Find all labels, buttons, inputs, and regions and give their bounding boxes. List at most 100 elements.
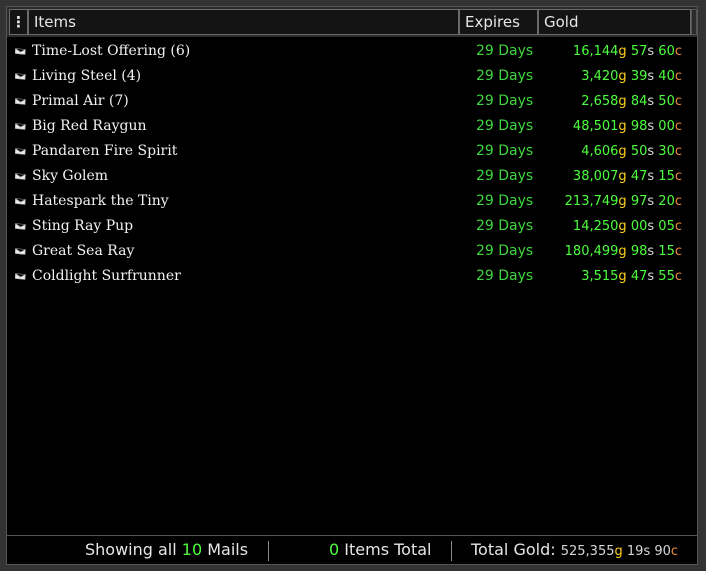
silver-unit: s <box>647 44 655 59</box>
copper-unit: c <box>674 144 682 159</box>
copper-unit: c <box>674 244 682 259</box>
gold-value: 3,420 <box>581 69 619 84</box>
silver-unit: s <box>647 144 655 159</box>
showing-prefix: Showing all <box>85 540 177 559</box>
mail-window: ⋮ Items Expires Gold Time-Lost Offering … <box>0 0 706 571</box>
expires-value: 29 Days <box>476 43 534 59</box>
copper-unit: c <box>674 94 682 109</box>
mail-row[interactable]: Time-Lost Offering (6) 29 Days 16,144g 57s… <box>7 39 697 64</box>
copper-unit: c <box>674 44 682 59</box>
copper-unit: c <box>674 219 682 234</box>
status-footer: Showing all 10 Mails 0 Items Total Total… <box>7 535 697 564</box>
mail-row[interactable]: Great Sea Ray 29 Days 180,499g 98s 15c <box>7 239 697 264</box>
silver-value: 57 <box>630 44 648 59</box>
copper-value: 15 <box>658 244 675 259</box>
item-name: Primal Air (7) <box>32 93 129 109</box>
mail-count: 10 <box>181 540 203 559</box>
mail-row[interactable]: Living Steel (4) 29 Days 3,420g 39s 40c <box>7 64 697 89</box>
silver-value: 98 <box>630 119 648 134</box>
gold-amount: 4,606g 50s 30c <box>581 139 682 164</box>
gold-amount: 213,749g 97s 20c <box>565 189 682 214</box>
items-label: Items Total <box>344 540 432 559</box>
copper-unit: c <box>670 544 679 559</box>
silver-value: 00 <box>630 219 648 234</box>
gold-unit: g <box>618 119 627 134</box>
copper-value: 30 <box>658 144 675 159</box>
gold-unit: g <box>618 269 627 284</box>
column-menu-button[interactable]: ⋮ <box>9 9 28 35</box>
copper-value: 60 <box>658 44 675 59</box>
gold-value: 38,007 <box>572 169 619 184</box>
mail-list: Time-Lost Offering (6) 29 Days 16,144g 57s… <box>7 39 697 289</box>
copper-value: 50 <box>658 94 675 109</box>
silver-unit: s <box>647 119 655 134</box>
gold-value: 4,606 <box>581 144 619 159</box>
total-gold-value: 525,355 <box>560 544 615 559</box>
copper-value: 55 <box>658 269 675 284</box>
gold-unit: g <box>618 194 627 209</box>
footer-divider <box>451 541 452 561</box>
copper-unit: c <box>674 69 682 84</box>
silver-unit: s <box>647 94 655 109</box>
item-name: Sky Golem <box>32 168 109 184</box>
gold-unit: g <box>618 219 627 234</box>
expires-value: 29 Days <box>476 168 534 184</box>
silver-value: 84 <box>630 94 648 109</box>
silver-unit: s <box>647 69 655 84</box>
envelope-icon <box>15 123 26 130</box>
envelope-icon <box>15 173 26 180</box>
envelope-icon <box>15 98 26 105</box>
items-summary: 0 Items Total <box>329 536 432 564</box>
expires-value: 29 Days <box>476 68 534 84</box>
mail-row[interactable]: Big Red Raygun 29 Days 48,501g 98s 00c <box>7 114 697 139</box>
copper-unit: c <box>674 194 682 209</box>
silver-unit: s <box>647 194 655 209</box>
mail-row[interactable]: Hatespark the Tiny 29 Days 213,749g 97s 20… <box>7 189 697 214</box>
mail-row[interactable]: Primal Air (7) 29 Days 2,658g 84s 50c <box>7 89 697 114</box>
gold-unit: g <box>618 144 627 159</box>
envelope-icon <box>15 273 26 280</box>
silver-unit: s <box>643 544 651 559</box>
silver-value: 39 <box>630 69 648 84</box>
total-gold-amount: 525,355g 19s 90c <box>561 544 678 559</box>
gold-unit: g <box>618 69 627 84</box>
expires-value: 29 Days <box>476 243 534 259</box>
copper-value: 20 <box>658 194 675 209</box>
envelope-icon <box>15 223 26 230</box>
copper-value: 05 <box>658 219 675 234</box>
envelope-icon <box>15 148 26 155</box>
column-header-gold[interactable]: Gold <box>538 9 691 35</box>
item-name: Sting Ray Pup <box>32 218 134 234</box>
total-copper-value: 90 <box>654 544 671 559</box>
copper-unit: c <box>674 119 682 134</box>
mail-row[interactable]: Coldlight Surfrunner 29 Days 3,515g 47s 55… <box>7 264 697 289</box>
gold-value: 48,501 <box>572 119 619 134</box>
total-gold-label: Total Gold: <box>471 540 556 559</box>
copper-unit: c <box>674 269 682 284</box>
gold-value: 16,144 <box>572 44 619 59</box>
gold-value: 180,499 <box>564 244 619 259</box>
gold-unit: g <box>618 169 627 184</box>
mail-row[interactable]: Sting Ray Pup 29 Days 14,250g 00s 05c <box>7 214 697 239</box>
mail-row[interactable]: Sky Golem 29 Days 38,007g 47s 15c <box>7 164 697 189</box>
gold-value: 3,515 <box>581 269 619 284</box>
showing-suffix: Mails <box>207 540 249 559</box>
silver-value: 98 <box>630 244 648 259</box>
item-name: Coldlight Surfrunner <box>32 268 181 284</box>
mail-row[interactable]: Pandaren Fire Spirit 29 Days 4,606g 50s 30… <box>7 139 697 164</box>
expires-value: 29 Days <box>476 268 534 284</box>
item-name: Living Steel (4) <box>32 68 142 84</box>
copper-unit: c <box>674 169 682 184</box>
item-name: Great Sea Ray <box>32 243 135 259</box>
copper-value: 40 <box>658 69 675 84</box>
gold-value: 14,250 <box>572 219 619 234</box>
total-gold-summary: Total Gold: 525,355g 19s 90c <box>471 536 678 564</box>
column-header-row: ⋮ Items Expires Gold <box>7 7 697 37</box>
vertical-dots-icon: ⋮ <box>11 13 26 31</box>
gold-amount: 14,250g 00s 05c <box>573 214 682 239</box>
column-header-expires[interactable]: Expires <box>459 9 538 35</box>
column-header-items[interactable]: Items <box>28 9 459 35</box>
gold-unit: g <box>618 44 627 59</box>
gold-value: 2,658 <box>581 94 619 109</box>
gold-amount: 3,420g 39s 40c <box>581 64 682 89</box>
